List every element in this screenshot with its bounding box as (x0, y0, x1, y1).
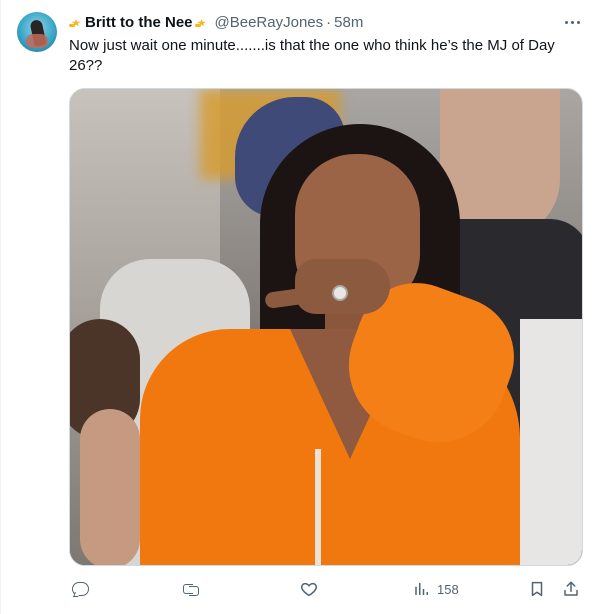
display-name[interactable]: Britt to the Nee (85, 14, 193, 31)
tweet-card[interactable]: Britt to the Nee @BeeRayJones · 58m Now … (0, 0, 599, 614)
photo-bg-white-shirt (520, 319, 582, 565)
views-count: 158 (437, 581, 459, 597)
bookmark-button[interactable] (528, 577, 546, 601)
tweet-media-photo[interactable] (69, 88, 583, 566)
star-sparkle-emoji-icon (194, 15, 209, 29)
tweet-text: Now just wait one minute.......is that t… (69, 36, 584, 76)
tweet-text-line-1: Now just wait one minute.......is that t… (69, 37, 555, 54)
reply-button[interactable] (71, 577, 89, 601)
avatar-figure-accent (26, 34, 48, 48)
separator-dot: · (326, 13, 332, 31)
star-sparkle-emoji-icon (69, 15, 83, 29)
views-button[interactable]: 158 (413, 577, 459, 601)
photo-bg-ear (80, 409, 140, 565)
like-icon (300, 580, 318, 598)
like-button[interactable] (300, 577, 318, 601)
photo-ring (332, 285, 348, 301)
more-options-icon[interactable] (560, 10, 584, 34)
photo-zipper (315, 449, 321, 565)
tweet-header: Britt to the Nee @BeeRayJones · 58m (69, 12, 363, 32)
share-icon (562, 580, 580, 598)
views-icon (413, 580, 431, 598)
user-handle[interactable]: @BeeRayJones (215, 14, 324, 31)
tweet-actions-bar: 158 (69, 577, 584, 601)
reply-icon (71, 580, 89, 598)
retweet-icon (182, 580, 200, 598)
bookmark-icon (528, 580, 546, 598)
avatar[interactable] (17, 12, 57, 52)
retweet-button[interactable] (182, 577, 200, 601)
tweet-text-line-2: 26?? (69, 57, 103, 74)
timestamp[interactable]: 58m (334, 14, 363, 31)
share-button[interactable] (562, 577, 580, 601)
